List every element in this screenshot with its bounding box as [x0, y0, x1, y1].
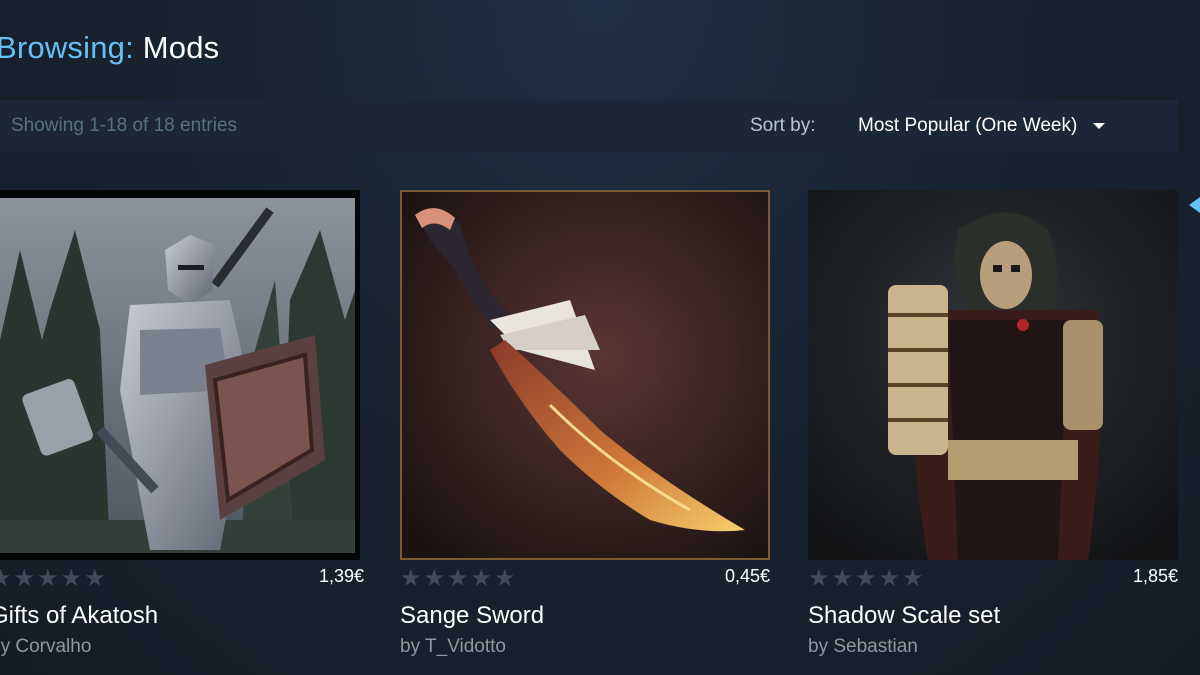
- scroll-marker-icon: [1189, 197, 1200, 213]
- item-author: by T_Vidotto: [400, 636, 506, 658]
- item-price: 1,85€: [1132, 566, 1178, 586]
- item-title[interactable]: Sange Sword: [400, 602, 544, 630]
- workshop-item: ★★★★★ 1,85€ Shadow Scale set by Sebastia…: [808, 190, 1178, 670]
- author-link[interactable]: Sebastian: [833, 636, 918, 657]
- item-author: by Corvalho: [0, 636, 91, 658]
- page-title: Browsing: Mods: [0, 30, 219, 66]
- item-title[interactable]: Shadow Scale set: [808, 602, 1000, 630]
- item-thumbnail[interactable]: [0, 190, 360, 560]
- curved-sword-artwork: [400, 190, 770, 560]
- item-price: 0,45€: [724, 566, 770, 586]
- rating-stars: ★★★★★: [0, 565, 108, 592]
- sort-label: Sort by:: [750, 115, 816, 136]
- armored-knight-artwork: [0, 190, 360, 560]
- item-price: 1,39€: [318, 566, 364, 586]
- workshop-item: ★★★★★ 1,39€ Gifts of Akatosh by Corvalho: [0, 190, 364, 670]
- hooded-assassin-artwork: [808, 190, 1178, 560]
- rating-stars: ★★★★★: [808, 565, 926, 592]
- item-title[interactable]: Gifts of Akatosh: [0, 602, 158, 630]
- sort-dropdown[interactable]: Most Popular (One Week): [858, 115, 1105, 137]
- rating-stars: ★★★★★: [400, 565, 518, 592]
- author-prefix: by: [808, 636, 829, 657]
- entries-count: Showing 1-18 of 18 entries: [11, 115, 238, 136]
- caret-down-icon: [1092, 122, 1105, 129]
- author-prefix: by: [0, 636, 11, 657]
- page-title-prefix: Browsing:: [0, 30, 134, 65]
- sort-dropdown-value: Most Popular (One Week): [858, 115, 1078, 136]
- page-title-section: Mods: [142, 30, 220, 65]
- workshop-item: ★★★★★ 0,45€ Sange Sword by T_Vidotto: [400, 190, 770, 670]
- author-link[interactable]: T_Vidotto: [425, 636, 506, 657]
- author-prefix: by: [400, 636, 421, 657]
- filter-bar: Showing 1-18 of 18 entries Sort by: Most…: [0, 100, 1178, 152]
- item-author: by Sebastian: [808, 636, 918, 658]
- item-thumbnail[interactable]: [808, 190, 1178, 560]
- author-link[interactable]: Corvalho: [15, 636, 91, 657]
- item-thumbnail[interactable]: [400, 190, 770, 560]
